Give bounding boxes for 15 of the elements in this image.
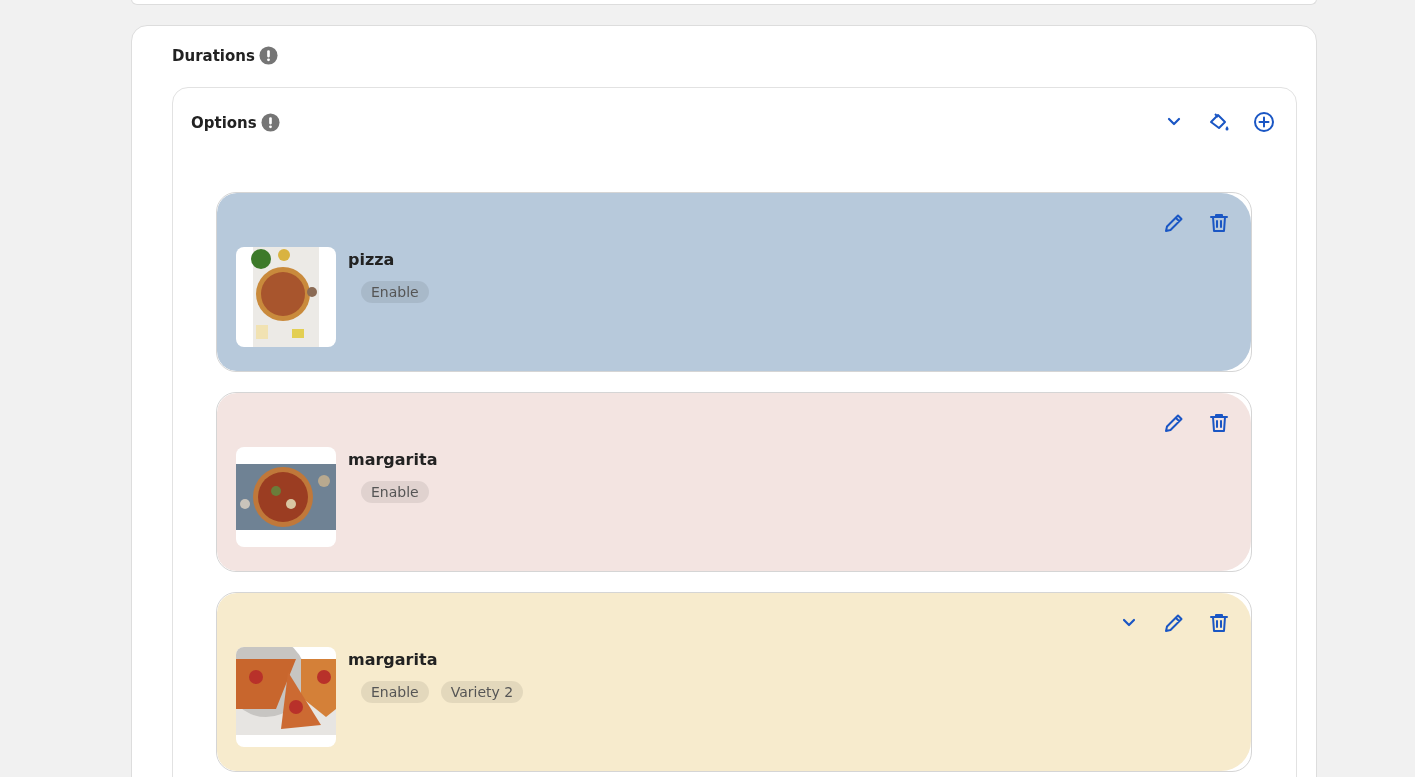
options-title: Options — [191, 113, 257, 132]
tag: Enable — [361, 481, 429, 503]
info-icon[interactable] — [260, 113, 280, 132]
info-icon[interactable] — [258, 46, 278, 65]
delete-icon[interactable] — [1207, 211, 1231, 235]
delete-icon[interactable] — [1207, 611, 1231, 635]
add-icon[interactable] — [1252, 110, 1276, 134]
tag: Enable — [361, 281, 429, 303]
option-name: pizza — [348, 250, 396, 269]
section-title: Durations — [172, 46, 255, 65]
option-name: margarita — [348, 650, 439, 669]
option-name: margarita — [348, 450, 438, 469]
delete-icon[interactable] — [1207, 411, 1231, 435]
tag: Variety 2 — [440, 681, 524, 703]
tag: Enable — [361, 681, 429, 703]
